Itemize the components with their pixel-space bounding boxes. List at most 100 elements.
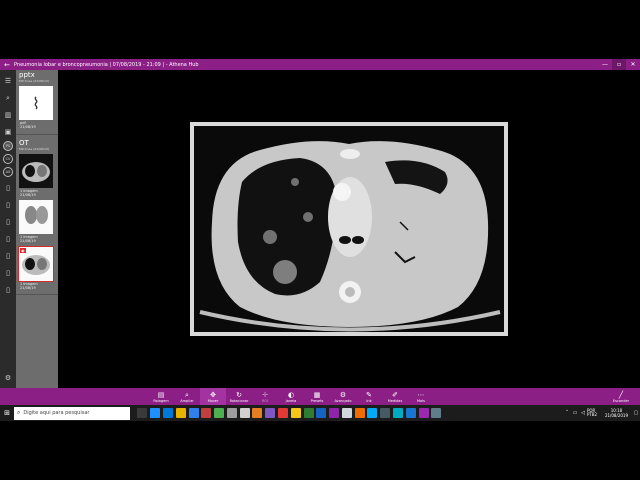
notifications-icon[interactable]: ▢ [632, 410, 640, 416]
tool-label: ROI [261, 398, 269, 403]
tool-ink-button[interactable]: ✎ Ink [356, 388, 382, 405]
taskbar-app-icon[interactable] [316, 408, 327, 418]
taskbar-app-icon[interactable] [380, 408, 391, 418]
tool-label: Esconder [612, 398, 630, 403]
layers-icon[interactable]: ▯ [2, 250, 14, 262]
series-header[interactable]: pptx MR Knee (22/08/19) [16, 70, 58, 84]
taskbar-search-input[interactable]: ⌕ Digite aqui para pesquisar [14, 406, 130, 420]
rail-circle-cv[interactable]: CV [3, 154, 13, 164]
thumbnail-info: 1 Imagem 21/08/19 [19, 234, 53, 245]
thumbnail-card[interactable]: 1 Imagem 21/08/19 [19, 200, 53, 245]
thumb-line3: 21/08/19 [20, 286, 36, 291]
tool-label: Mais [417, 398, 425, 403]
taskbar-app-icon[interactable] [303, 408, 314, 418]
thumbnail-card[interactable]: ⌇ pdf 21/08/19 [19, 86, 53, 131]
library-icon[interactable]: ▥ [2, 109, 14, 121]
taskbar-app-icon[interactable] [341, 408, 352, 418]
tool-ampliar-button[interactable]: ⌕ Ampliar [174, 388, 200, 405]
copy-icon[interactable]: ▯ [2, 233, 14, 245]
taskbar-app-icon[interactable] [290, 408, 301, 418]
page-icon[interactable]: ▯ [2, 267, 14, 279]
taskbar-app-icon[interactable] [162, 408, 173, 418]
thumbnail-info: 1 Imagem 21/08/19 [19, 281, 53, 292]
search-icon[interactable]: ⌕ [2, 92, 14, 104]
file-icon[interactable]: ▯ [2, 284, 14, 296]
taskbar-app-icon[interactable] [354, 408, 365, 418]
left-rail: ☰ ⌕ ▥ ▣ PS CV AX ▯ ▯ ▯ ▯ ▯ ▯ ▯ ⚙ [0, 70, 16, 388]
window-level-icon: ◐ [287, 390, 295, 399]
rotate-icon: ↻ [236, 390, 242, 399]
xray-image [25, 206, 48, 225]
ct-thumbnail[interactable]: ◉ [18, 245, 54, 282]
tool-rotacionar-button[interactable]: ↻ Rotacionar [226, 388, 252, 405]
ct-thumbnail[interactable] [19, 153, 53, 188]
image-icon[interactable]: ▣ [2, 126, 14, 138]
taskbar-app-icon[interactable] [239, 408, 250, 418]
tool-label: Presets [310, 398, 324, 403]
taskbar-app-icon[interactable] [252, 408, 263, 418]
tool-avanado-button[interactable]: ⚙ Avançado [330, 388, 356, 405]
windows-start-icon[interactable]: ⊞ [0, 405, 14, 421]
tool-mais-button[interactable]: ⋯ Mais [408, 388, 434, 405]
chevron-up-icon[interactable]: ˄ [563, 410, 571, 416]
maximize-icon[interactable]: ▫ [612, 59, 626, 70]
roi-icon: ✛ [262, 390, 268, 399]
tool-label: Mover [207, 398, 219, 403]
clock[interactable]: 10:18 21/08/2019 [605, 408, 628, 418]
taskbar-app-icon[interactable] [329, 408, 340, 418]
taskbar-app-icon[interactable] [418, 408, 429, 418]
taskbar-app-icon[interactable] [214, 408, 225, 418]
volume-icon[interactable]: ◁ [579, 410, 587, 416]
series-subtitle: MR Knee (22/08/19) [19, 146, 49, 151]
bottom-toolbar: ▤ Rolagem ⌕ Ampliar ✥ Mover ↻ Rotacionar ✛ ROI ◐ Ja… [0, 388, 640, 405]
taskbar-app-icon[interactable] [405, 408, 416, 418]
series-header[interactable]: OT MR Knee (22/08/19) [16, 138, 58, 152]
tool-janela-button[interactable]: ◐ Janela [278, 388, 304, 405]
xray-thumbnail[interactable] [19, 200, 53, 235]
rail-circle-ax[interactable]: AX [3, 167, 13, 177]
thumb-line3: 21/08/19 [20, 239, 36, 244]
eye-icon[interactable]: ▯ [2, 182, 14, 194]
thumbnail-card[interactable]: 1 Imagem 21/08/19 [19, 153, 53, 199]
taskbar-apps [136, 408, 443, 418]
taskbar-app-icon[interactable] [367, 408, 378, 418]
series-subtitle: MR Knee (22/08/19) [19, 79, 49, 83]
advanced-icon: ⚙ [339, 390, 347, 399]
file-thumbnail[interactable]: ⌇ [19, 86, 53, 120]
tool-medidas-button[interactable]: ✐ Medidas [382, 388, 408, 405]
taskbar-app-icon[interactable] [431, 408, 442, 418]
language-indicator[interactable]: POR PTB2 [587, 409, 601, 417]
eye-icon: ◉ [20, 247, 26, 253]
back-arrow-icon[interactable]: ← [0, 61, 14, 69]
menu-icon[interactable]: ☰ [2, 75, 14, 87]
bookmark-icon[interactable]: ▯ [2, 216, 14, 228]
taskbar-app-icon[interactable] [201, 408, 212, 418]
tool-label: Medidas [387, 398, 403, 403]
taskbar-app-icon[interactable] [265, 408, 276, 418]
app-window: ← Pneumonia lobar e broncopneumonia | 07… [0, 59, 640, 405]
network-icon[interactable]: ▭ [571, 410, 579, 416]
taskbar-app-icon[interactable] [150, 408, 161, 418]
tool-roi-button[interactable]: ✛ ROI [252, 388, 278, 405]
taskbar-app-icon[interactable] [175, 408, 186, 418]
minimize-icon[interactable]: — [598, 59, 612, 70]
taskbar-app-icon[interactable] [277, 408, 288, 418]
tool-mover-button[interactable]: ✥ Mover [200, 388, 226, 405]
taskbar-app-icon[interactable] [393, 408, 404, 418]
ct-scan-image[interactable] [190, 122, 508, 336]
image-viewer[interactable] [58, 70, 640, 388]
settings-icon[interactable]: ⚙ [2, 372, 14, 384]
thumbnail-card[interactable]: ◉ 1 Imagem 21/08/19 [18, 245, 54, 292]
taskbar-app-icon[interactable] [226, 408, 237, 418]
search-icon: ⌕ [17, 409, 21, 416]
document-icon[interactable]: ▯ [2, 199, 14, 211]
tool-rolagem-button[interactable]: ▤ Rolagem [148, 388, 174, 405]
screen: ← Pneumonia lobar e broncopneumonia | 07… [0, 0, 640, 480]
thumbnail-info: 1 Imagem 21/08/19 [19, 188, 53, 199]
taskbar-app-icon[interactable] [137, 408, 148, 418]
rail-circle-ps[interactable]: PS [3, 141, 13, 151]
hide-toolbar-button[interactable]: ╱ Esconder [608, 388, 634, 405]
taskbar-app-icon[interactable] [188, 408, 199, 418]
tool-presets-button[interactable]: ▦ Presets [304, 388, 330, 405]
close-icon[interactable]: ✕ [626, 59, 640, 70]
